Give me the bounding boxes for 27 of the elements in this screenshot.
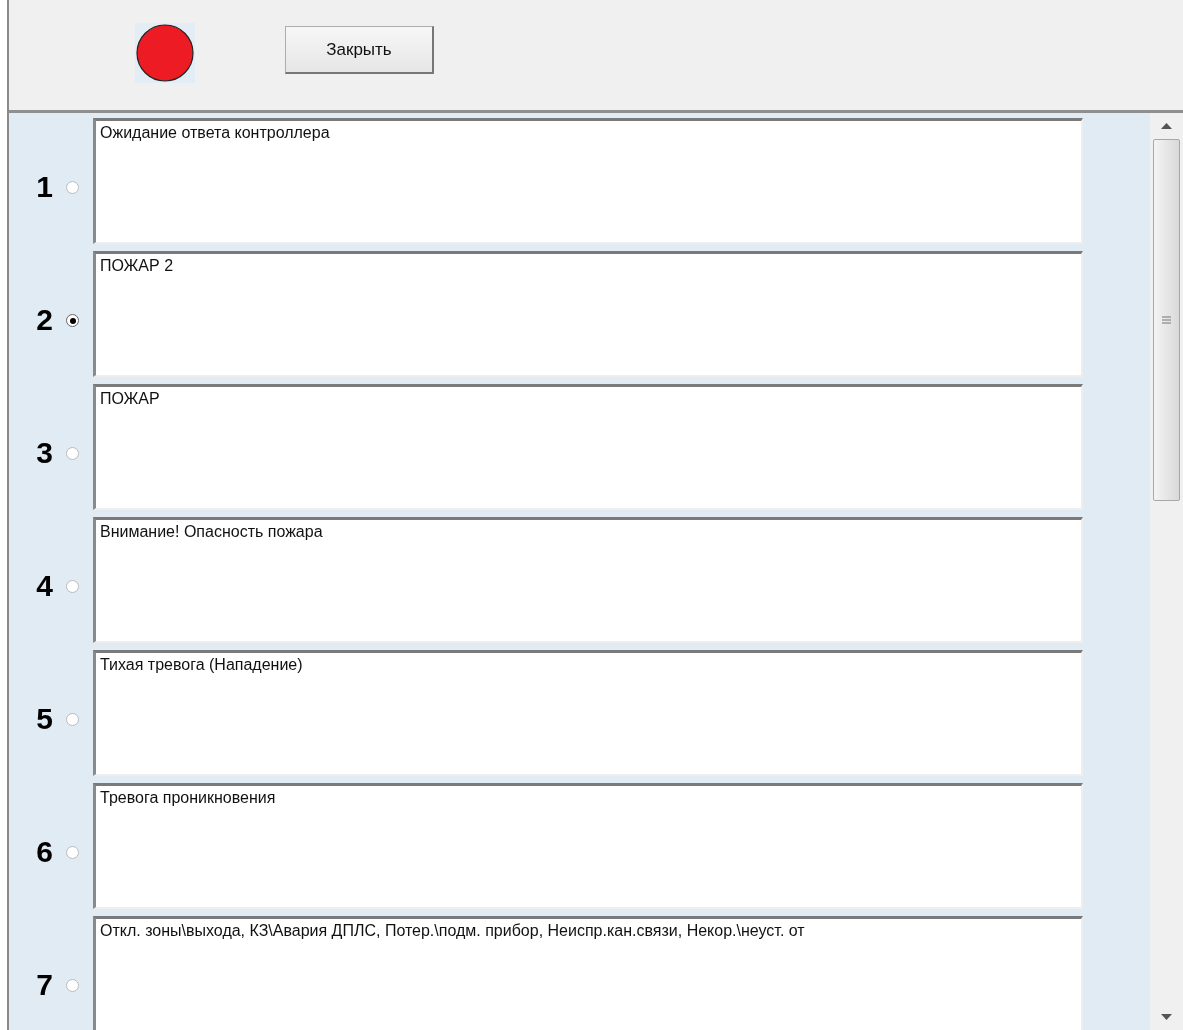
- message-field[interactable]: Откл. зоны\выхода, КЗ\Авария ДПЛС, Потер.\подм. прибор, Неиспр.кан.связи, Некор.\неуст. от: [93, 916, 1083, 1030]
- row-number: 5: [35, 701, 53, 736]
- radio-button[interactable]: [66, 314, 79, 327]
- message-field[interactable]: Тревога проникновения: [93, 783, 1083, 909]
- message-field[interactable]: Тихая тревога (Нападение): [93, 650, 1083, 776]
- message-field[interactable]: Внимание! Опасность пожара: [93, 517, 1083, 643]
- radio-button[interactable]: [66, 447, 79, 460]
- scroll-thumb[interactable]: [1153, 139, 1180, 501]
- row-number: 4: [35, 568, 53, 603]
- grip-icon: [1162, 316, 1171, 324]
- row-number: 7: [35, 967, 53, 1002]
- scroll-up-icon[interactable]: [1161, 123, 1172, 129]
- radio-button[interactable]: [66, 580, 79, 593]
- radio-button[interactable]: [66, 846, 79, 859]
- message-field[interactable]: Ожидание ответа контроллера: [93, 118, 1083, 244]
- message-field[interactable]: ПОЖАР 2: [93, 251, 1083, 377]
- row-number: 1: [35, 169, 53, 204]
- radio-button[interactable]: [66, 181, 79, 194]
- row-number: 6: [35, 834, 53, 869]
- scroll-down-icon[interactable]: [1161, 1014, 1172, 1020]
- row-number: 3: [35, 435, 53, 470]
- scrollbar[interactable]: [1150, 113, 1183, 1030]
- row-number: 2: [35, 302, 53, 337]
- message-field[interactable]: ПОЖАР: [93, 384, 1083, 510]
- radio-button[interactable]: [66, 713, 79, 726]
- radio-button[interactable]: [66, 979, 79, 992]
- close-button[interactable]: Закрыть: [285, 26, 434, 74]
